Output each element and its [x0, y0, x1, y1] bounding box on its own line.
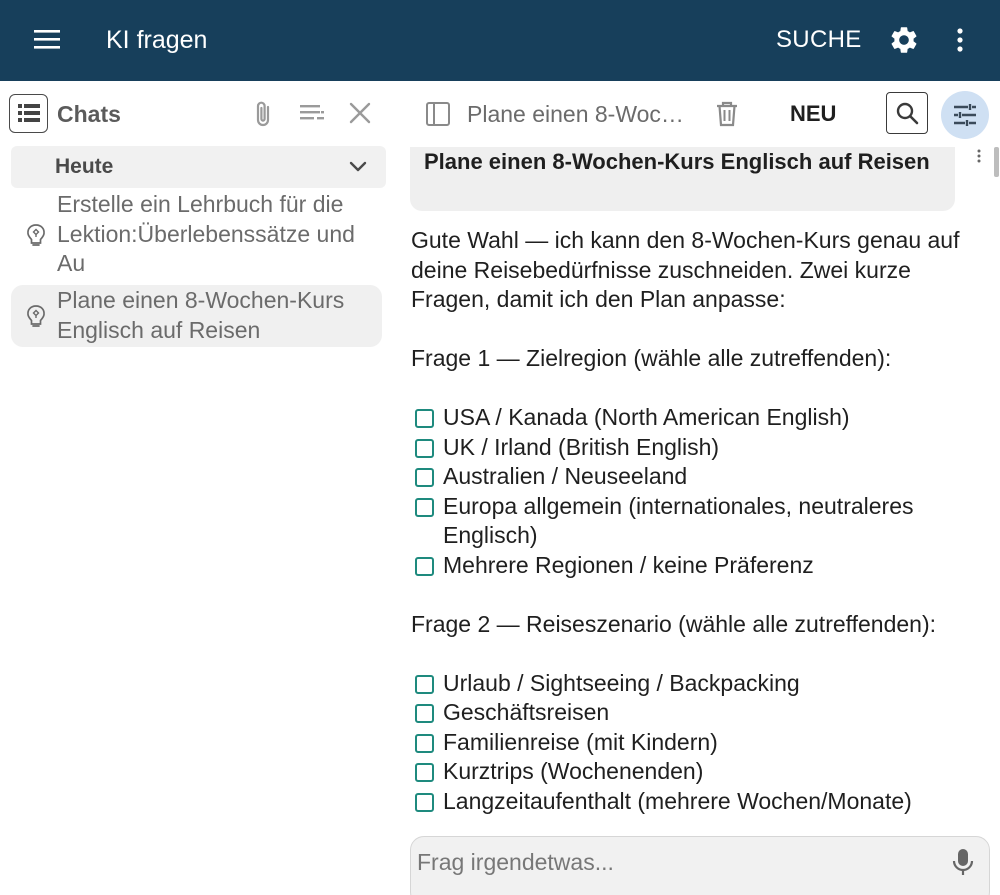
- chat-item-label: Plane einen 8-Wochen-Kurs Englisch auf R…: [57, 287, 345, 343]
- chat-list-item[interactable]: Erstelle ein Lehrbuch für die Lektion:Üb…: [11, 189, 382, 282]
- brain-bulb-icon: [25, 223, 47, 247]
- paperclip-icon[interactable]: [250, 99, 278, 129]
- option-label: Urlaub / Sightseeing / Backpacking: [443, 669, 800, 696]
- checkbox[interactable]: [415, 704, 434, 723]
- search-icon: [896, 102, 919, 125]
- option-checkbox[interactable]: Geschäftsreisen: [411, 698, 996, 728]
- list-view-icon: [18, 104, 40, 122]
- option-label: UK / Irland (British English): [443, 433, 720, 460]
- chat-sidebar: Chats Heute Erstelle ein Lehrbuch für di…: [0, 81, 395, 895]
- answer-intro: Gute Wahl — ich kann den 8-Wochen-Kurs g…: [411, 227, 960, 312]
- chat-title: Plane einen 8-Wochen-Kurs Englisch auf R…: [467, 101, 692, 127]
- tune-settings-button[interactable]: [941, 91, 989, 139]
- hamburger-icon[interactable]: [33, 27, 61, 53]
- question-1: Frage 1 — Zielregion (wähle alle zutreff…: [411, 345, 892, 371]
- option-label: Europa allgemein (internationales, neutr…: [443, 492, 914, 549]
- chat-toolbar: Plane einen 8-Wochen-Kurs Englisch auf R…: [395, 81, 1000, 147]
- group-label: Heute: [55, 155, 114, 178]
- kebab-icon[interactable]: [948, 24, 972, 56]
- option-checkbox[interactable]: Familienreise (mit Kindern): [411, 728, 996, 758]
- message-area[interactable]: Plane einen 8-Wochen-Kurs Englisch auf R…: [395, 147, 1000, 829]
- option-label: Kurztrips (Wochenenden): [443, 758, 704, 784]
- filter-list-icon[interactable]: [298, 101, 326, 127]
- option-checkbox[interactable]: Mehrere Regionen / keine Präferenz: [411, 551, 996, 581]
- option-label: Familienreise (mit Kindern): [443, 728, 718, 755]
- brain-bulb-icon: [25, 304, 47, 328]
- checkbox[interactable]: [415, 409, 434, 428]
- option-checkbox[interactable]: Australien / Neuseeland: [411, 462, 996, 492]
- chat-item-label: Erstelle ein Lehrbuch für die Lektion:Üb…: [57, 191, 355, 276]
- search-button[interactable]: SUCHE: [776, 24, 862, 56]
- chat-panel: Plane einen 8-Wochen-Kurs Englisch auf R…: [395, 81, 1000, 895]
- checkbox[interactable]: [415, 674, 434, 694]
- option-checkbox[interactable]: UK / Irland (British English): [411, 433, 996, 463]
- option-checkbox[interactable]: Kurztrips (Wochenenden): [411, 757, 996, 787]
- chevron-down-icon: [348, 158, 368, 176]
- user-message: Plane einen 8-Wochen-Kurs Englisch auf R…: [410, 147, 955, 211]
- app-bar: KI fragen SUCHE: [0, 0, 1000, 81]
- search-chat-button[interactable]: [886, 92, 928, 134]
- scrollbar[interactable]: [994, 147, 999, 177]
- option-label: USA / Kanada (North American English): [443, 404, 850, 430]
- option-label: Langzeitaufenthalt (mehrere Wochen/Monat…: [443, 787, 912, 814]
- option-checkbox[interactable]: Langzeitaufenthalt (mehrere Wochen/Monat…: [411, 787, 996, 817]
- option-label: Australien / Neuseeland: [443, 463, 688, 489]
- chats-list-button[interactable]: [9, 94, 48, 133]
- checkbox[interactable]: [415, 733, 434, 753]
- option-checkbox[interactable]: Urlaub / Sightseeing / Backpacking: [411, 669, 996, 699]
- sidebar-toggle-icon[interactable]: [425, 101, 451, 127]
- sidebar-title: Chats: [57, 101, 121, 127]
- chat-list-item-selected[interactable]: Plane einen 8-Wochen-Kurs Englisch auf R…: [11, 285, 382, 347]
- assistant-message: Gute Wahl — ich kann den 8-Wochen-Kurs g…: [411, 226, 996, 816]
- app-title: KI fragen: [106, 26, 208, 54]
- checkbox[interactable]: [415, 792, 434, 812]
- checkbox[interactable]: [415, 468, 434, 487]
- close-icon[interactable]: [347, 100, 373, 126]
- trash-icon[interactable]: [714, 99, 740, 129]
- sliders-icon: [954, 104, 976, 126]
- checkbox[interactable]: [415, 763, 434, 782]
- option-checkbox[interactable]: Europa allgemein (internationales, neutr…: [411, 492, 996, 551]
- checkbox[interactable]: [415, 438, 434, 458]
- checkbox[interactable]: [415, 497, 434, 517]
- new-chat-button[interactable]: NEU: [790, 99, 836, 129]
- message-options-icon[interactable]: [975, 149, 983, 163]
- message-input[interactable]: [417, 845, 917, 879]
- gear-icon[interactable]: [888, 24, 920, 56]
- checkbox[interactable]: [415, 556, 434, 576]
- option-label: Geschäftsreisen: [443, 699, 610, 725]
- question-2: Frage 2 — Reiseszenario (wähle alle zutr…: [411, 610, 937, 637]
- option-label: Mehrere Regionen / keine Präferenz: [443, 551, 814, 578]
- chat-group-today[interactable]: Heute: [11, 146, 386, 188]
- sidebar-header: Chats: [0, 81, 395, 147]
- user-message-text: Plane einen 8-Wochen-Kurs Englisch auf R…: [424, 149, 930, 174]
- composer: [410, 836, 990, 895]
- microphone-icon[interactable]: [951, 847, 975, 877]
- option-checkbox[interactable]: USA / Kanada (North American English): [411, 403, 996, 433]
